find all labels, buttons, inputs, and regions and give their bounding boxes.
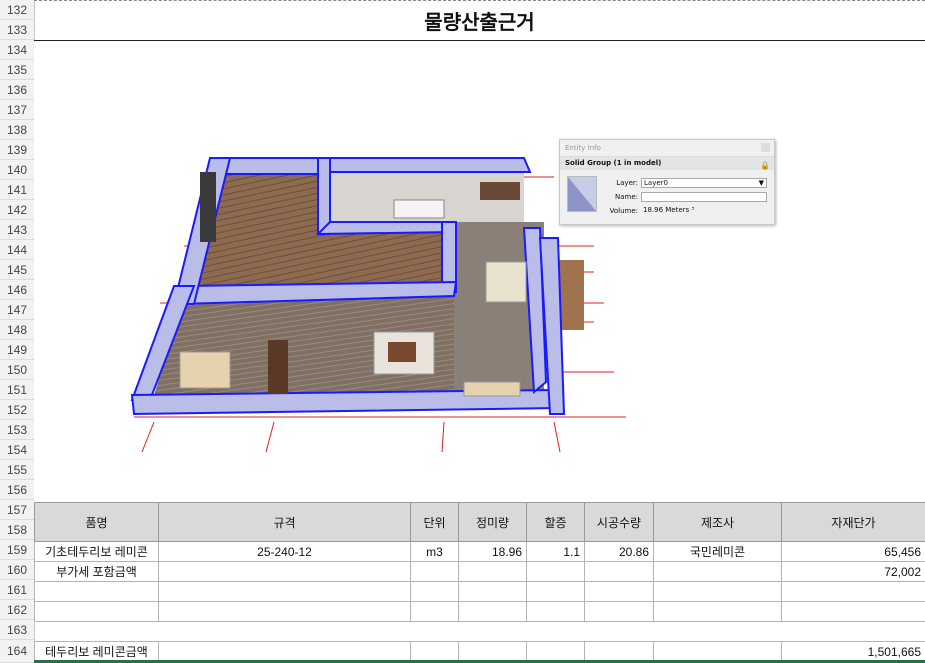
- row-number[interactable]: 153: [0, 420, 34, 440]
- row-number[interactable]: 143: [0, 220, 34, 240]
- row-number[interactable]: 145: [0, 260, 34, 280]
- table-row: [34, 581, 925, 602]
- cell-maker[interactable]: 국민레미콘: [653, 541, 782, 562]
- layer-row: Layer: Layer0 ▼: [600, 178, 770, 189]
- row-number[interactable]: 147: [0, 300, 34, 320]
- layer-select[interactable]: Layer0 ▼: [641, 178, 767, 188]
- cell-name[interactable]: 부가세 포함금액: [34, 561, 159, 582]
- floor-plan-image[interactable]: Entity Info Solid Group (1 in model) 🔒 L…: [34, 42, 925, 502]
- row-number[interactable]: 136: [0, 80, 34, 100]
- row-number[interactable]: 156: [0, 480, 34, 500]
- row-number[interactable]: 158: [0, 520, 34, 540]
- row-number[interactable]: 150: [0, 360, 34, 380]
- entity-info-panel[interactable]: Entity Info Solid Group (1 in model) 🔒 L…: [559, 139, 775, 225]
- cell-net[interactable]: 18.96: [458, 541, 527, 562]
- row-number[interactable]: 163: [0, 620, 34, 640]
- row-number[interactable]: 157: [0, 500, 34, 520]
- header-net[interactable]: 정미량: [458, 502, 527, 542]
- row-number[interactable]: 137: [0, 100, 34, 120]
- table-row: [34, 621, 925, 642]
- row-number[interactable]: 148: [0, 320, 34, 340]
- row-number[interactable]: 133: [0, 20, 34, 40]
- row-number[interactable]: 135: [0, 60, 34, 80]
- row-number[interactable]: 146: [0, 280, 34, 300]
- row-number[interactable]: 139: [0, 140, 34, 160]
- volume-value: 18.96 Meters ³: [643, 206, 695, 214]
- cell-unit[interactable]: m3: [410, 541, 459, 562]
- entity-info-title: Entity Info: [560, 140, 774, 157]
- cell-spec[interactable]: 25-240-12: [158, 541, 411, 562]
- table-header-row: 품명 규격 단위 정미량 할증 시공수량 제조사 자재단가: [34, 502, 925, 542]
- sheet-title: 물량산출근거: [34, 2, 925, 41]
- row-number[interactable]: 160: [0, 560, 34, 580]
- cell-price[interactable]: 1,501,665: [781, 641, 925, 662]
- row-number[interactable]: 144: [0, 240, 34, 260]
- bed-left: [179, 351, 231, 389]
- row-number[interactable]: 159: [0, 540, 34, 560]
- header-qty[interactable]: 시공수량: [584, 502, 654, 542]
- header-name[interactable]: 품명: [34, 502, 159, 542]
- table-row: 기초테두리보 레미콘 25-240-12 m3 18.96 1.1 20.86 …: [34, 541, 925, 562]
- cell-name[interactable]: 기초테두리보 레미콘: [34, 541, 159, 562]
- row-number[interactable]: 142: [0, 200, 34, 220]
- header-surcharge[interactable]: 할증: [526, 502, 585, 542]
- header-price[interactable]: 자재단가: [781, 502, 925, 542]
- entity-subtitle: Solid Group (1 in model) 🔒: [560, 157, 774, 170]
- table-row: 테두리보 레미콘금액 1,501,665: [34, 641, 925, 662]
- row-number[interactable]: 154: [0, 440, 34, 460]
- cell-price[interactable]: 65,456: [781, 541, 925, 562]
- lock-icon[interactable]: 🔒: [760, 159, 770, 172]
- header-unit[interactable]: 단위: [410, 502, 459, 542]
- cell-price[interactable]: 72,002: [781, 561, 925, 582]
- floor-plan-3d-model: [130, 157, 626, 453]
- row-number[interactable]: 161: [0, 580, 34, 600]
- name-input[interactable]: [641, 192, 767, 202]
- dining-table: [393, 199, 445, 219]
- row-number[interactable]: 134: [0, 40, 34, 60]
- wardrobe: [268, 340, 288, 394]
- name-row: Name:: [600, 192, 770, 203]
- header-spec[interactable]: 규격: [158, 502, 411, 542]
- cell-qty[interactable]: 20.86: [584, 541, 654, 562]
- quantity-table: 품명 규격 단위 정미량 할증 시공수량 제조사 자재단가 기초테두리보 레미콘…: [34, 502, 925, 662]
- cell-surcharge[interactable]: 1.1: [526, 541, 585, 562]
- bed-right: [485, 261, 527, 303]
- cabinet: [480, 182, 520, 200]
- row-number[interactable]: 155: [0, 460, 34, 480]
- chevron-down-icon: ▼: [758, 179, 764, 187]
- row-number[interactable]: 132: [0, 0, 34, 20]
- bed-bottom: [463, 381, 521, 397]
- table-row: 부가세 포함금액 72,002: [34, 561, 925, 582]
- row-number[interactable]: 141: [0, 180, 34, 200]
- row-number[interactable]: 140: [0, 160, 34, 180]
- row-number[interactable]: 151: [0, 380, 34, 400]
- close-icon[interactable]: [761, 143, 770, 152]
- row-number[interactable]: 162: [0, 600, 34, 620]
- row-number[interactable]: 149: [0, 340, 34, 360]
- row-header[interactable]: 132 133 134 135 136 137 138 139 140 141 142 143 144 1…: [0, 0, 35, 663]
- row-number[interactable]: 138: [0, 120, 34, 140]
- table-row: [34, 601, 925, 622]
- wall-unit: [200, 172, 216, 242]
- header-maker[interactable]: 제조사: [653, 502, 782, 542]
- rug: [388, 342, 416, 362]
- cell-name[interactable]: 테두리보 레미콘금액: [34, 641, 159, 662]
- row-number[interactable]: 164: [0, 640, 34, 663]
- material-swatch[interactable]: [567, 176, 597, 212]
- row-number[interactable]: 152: [0, 400, 34, 420]
- volume-row: Volume: 18.96 Meters ³: [600, 206, 770, 217]
